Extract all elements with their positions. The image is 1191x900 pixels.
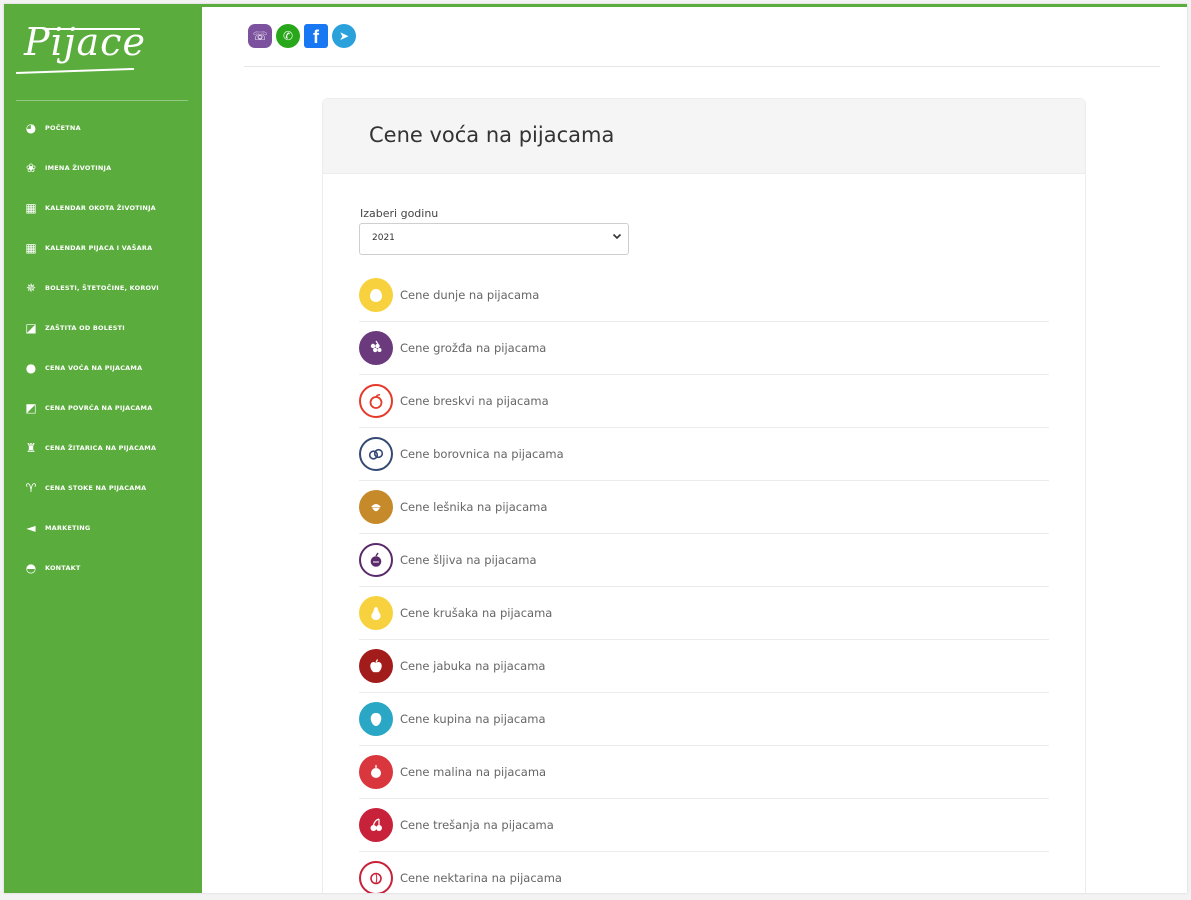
fruit-price-list: Cene dunje na pijacama Cene grožđa na pij… — [359, 269, 1049, 893]
sidebar-item[interactable]: ◪ Zaštita od bolesti — [4, 308, 202, 348]
apple-icon — [359, 649, 393, 683]
sidebar-item-label: Zaštita od bolesti — [45, 324, 125, 332]
blueberry-icon — [359, 437, 393, 471]
cherry-icon — [359, 808, 393, 842]
fruit-list-item[interactable]: Cene borovnica na pijacama — [359, 428, 1049, 481]
sidebar-item[interactable]: ◕ Početna — [4, 108, 202, 148]
sidebar-item[interactable]: ♈ Cena stoke na pijacama — [4, 468, 202, 508]
fruit-list-item[interactable]: Cene jabuka na pijacama — [359, 640, 1049, 693]
bug-icon: ✵ — [25, 281, 37, 295]
fruit-list-label: Cene malina na pijacama — [400, 765, 547, 779]
plum-icon — [359, 543, 393, 577]
fruit-list-label: Cene nektarina na pijacama — [400, 871, 562, 885]
fruit-list-item[interactable]: Cene malina na pijacama — [359, 746, 1049, 799]
grain-bag-icon: ♜ — [25, 441, 37, 455]
fruit-list-item[interactable]: Cene dunje na pijacama — [359, 269, 1049, 322]
sidebar-item-label: Imena životinja — [45, 164, 112, 172]
sidebar-item[interactable]: ◩ Cena povrća na pijacama — [4, 388, 202, 428]
cow-icon: ♈ — [25, 481, 37, 495]
sidebar-item-label: Cena žitarica na pijacama — [45, 444, 157, 452]
logo-underline — [16, 67, 134, 75]
year-select-label: Izaberi godinu — [360, 207, 439, 220]
sidebar-divider — [16, 100, 188, 101]
globe-icon: ◕ — [25, 121, 37, 135]
fruit-list-label: Cene trešanja na pijacama — [400, 818, 554, 832]
year-select-value: 2021 — [372, 233, 395, 243]
fruit-list-item[interactable]: Cene krušaka na pijacama — [359, 587, 1049, 640]
sidebar-item[interactable]: ◓ Kontakt — [4, 548, 202, 588]
sidebar: Pijace ◕ Početna ❀ Imena životinja ▦ Kalendar… — [4, 6, 202, 893]
card-header: Cene voća na pijacama — [323, 99, 1085, 174]
sidebar-item[interactable]: ♜ Cena žitarica na pijacama — [4, 428, 202, 468]
viber-icon[interactable]: ☏ — [248, 24, 272, 48]
raspberry-icon — [359, 755, 393, 789]
sidebar-item[interactable]: ● Cena voća na pijacama — [4, 348, 202, 388]
telegram-icon[interactable]: ➤ — [332, 24, 356, 48]
page-title: Cene voća na pijacama — [369, 123, 615, 147]
vegetable-icon: ◩ — [25, 401, 37, 415]
fruit-list-label: Cene grožđa na pijacama — [400, 341, 547, 355]
fruit-list-item[interactable]: Cene grožđa na pijacama — [359, 322, 1049, 375]
year-select[interactable]: 2021 — [359, 223, 629, 255]
sidebar-item-label: Marketing — [45, 524, 91, 532]
fruit-list-label: Cene jabuka na pijacama — [400, 659, 546, 673]
fruit-list-label: Cene borovnica na pijacama — [400, 447, 564, 461]
facebook-icon[interactable]: f — [304, 24, 328, 48]
sidebar-item[interactable]: ❀ Imena životinja — [4, 148, 202, 188]
fruit-list-item[interactable]: Cene šljiva na pijacama — [359, 534, 1049, 587]
peach-icon — [359, 384, 393, 418]
paw-icon: ❀ — [25, 161, 37, 175]
sidebar-item-label: Početna — [45, 124, 81, 132]
fruit-list-label: Cene šljiva na pijacama — [400, 553, 537, 567]
calendar-icon: ▦ — [25, 241, 37, 255]
fruit-list-label: Cene lešnika na pijacama — [400, 500, 548, 514]
sidebar-item-label: Bolesti, štetočine, korovi — [45, 284, 159, 292]
sidebar-item-label: Cena stoke na pijacama — [45, 484, 147, 492]
sidebar-item[interactable]: ✵ Bolesti, štetočine, korovi — [4, 268, 202, 308]
fruit-list-label: Cene kupina na pijacama — [400, 712, 546, 726]
header-divider — [244, 66, 1160, 67]
spray-icon: ◪ — [25, 321, 37, 335]
megaphone-icon: ◄ — [26, 521, 36, 535]
fruit-list-item[interactable]: Cene trešanja na pijacama — [359, 799, 1049, 852]
calendar-icon: ▦ — [25, 201, 37, 215]
apple-icon: ● — [25, 361, 37, 375]
sidebar-item-label: Kalendar okota životinja — [45, 204, 156, 212]
sidebar-item-label: Cena voća na pijacama — [45, 364, 143, 372]
sidebar-nav: ◕ Početna ❀ Imena životinja ▦ Kalendar okota … — [4, 108, 202, 588]
page-frame: Pijace ◕ Početna ❀ Imena životinja ▦ Kalendar… — [4, 4, 1187, 893]
chat-icon: ◓ — [25, 561, 37, 575]
quince-icon — [359, 278, 393, 312]
fruit-list-label: Cene dunje na pijacama — [400, 288, 540, 302]
fruit-list-label: Cene krušaka na pijacama — [400, 606, 553, 620]
logo[interactable]: Pijace — [24, 20, 146, 64]
hazelnut-icon — [359, 490, 393, 524]
fruit-list-label: Cene breskvi na pijacama — [400, 394, 549, 408]
fruit-list-item[interactable]: Cene lešnika na pijacama — [359, 481, 1049, 534]
nectarine-icon — [359, 861, 393, 893]
blackberry-icon — [359, 702, 393, 736]
social-share-bar: ☏ ✆ f ➤ — [248, 24, 356, 48]
sidebar-item[interactable]: ▦ Kalendar pijaca i vašara — [4, 228, 202, 268]
fruit-list-item[interactable]: Cene breskvi na pijacama — [359, 375, 1049, 428]
sidebar-item-label: Kalendar pijaca i vašara — [45, 244, 153, 252]
pear-icon — [359, 596, 393, 630]
whatsapp-icon[interactable]: ✆ — [276, 24, 300, 48]
fruit-list-item[interactable]: Cene kupina na pijacama — [359, 693, 1049, 746]
fruit-list-item[interactable]: Cene nektarina na pijacama — [359, 852, 1049, 893]
prices-card: Cene voća na pijacama Izaberi godinu 202… — [322, 98, 1086, 893]
sidebar-item[interactable]: ▦ Kalendar okota životinja — [4, 188, 202, 228]
sidebar-item-label: Cena povrća na pijacama — [45, 404, 153, 412]
grape-icon — [359, 331, 393, 365]
sidebar-item[interactable]: ◄ Marketing — [4, 508, 202, 548]
chevron-down-icon — [612, 233, 622, 240]
sidebar-item-label: Kontakt — [45, 564, 81, 572]
